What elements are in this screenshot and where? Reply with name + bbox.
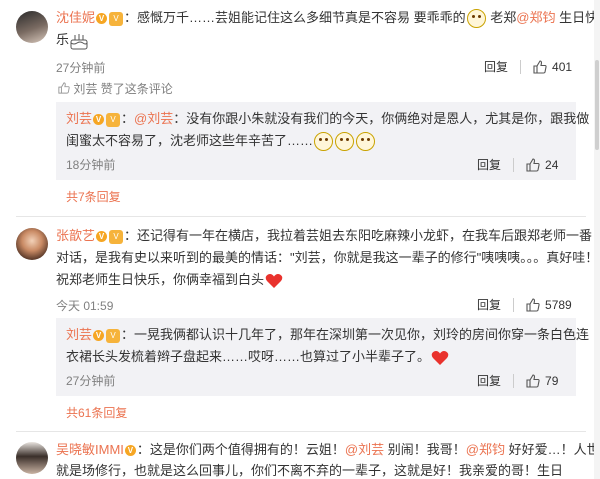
comment-actions: 回复 401 (484, 58, 572, 75)
like-button[interactable]: 24 (526, 158, 558, 172)
divider (520, 59, 522, 74)
more-replies-link[interactable]: 共7条回复 (66, 188, 121, 205)
divider (513, 297, 515, 312)
comment-text-line: 就是场修行，也就是这么回事儿，你们不离不弃的一辈子，这就是好！我亲爱的哥！生日 (56, 463, 564, 478)
scrollbar-thumb[interactable] (595, 60, 599, 150)
vip-badge-icon: V (96, 231, 108, 243)
author-name[interactable]: 沈佳妮 (56, 10, 95, 25)
heart-emoji-icon (431, 350, 449, 365)
reply-text-line: 衣裙长头发梳着辫子盘起来……哎呀……也算过了小半辈子了。 (66, 347, 450, 367)
reply-button[interactable]: 回复 (477, 156, 501, 173)
reply-button[interactable]: 回复 (477, 296, 501, 313)
reply-time: 18分钟前 (66, 158, 116, 172)
level-badge-icon: V (106, 112, 121, 127)
author-name[interactable]: 刘芸 (66, 327, 92, 342)
author-name[interactable]: 刘芸 (66, 111, 92, 126)
author-name[interactable]: 张歆艺 (56, 228, 95, 243)
vip-badge-icon: V (124, 445, 136, 457)
liked-by-row: 刘芸 赞了这条评论 (58, 80, 173, 97)
reply-actions: 回复 24 (477, 156, 558, 173)
comment-actions: 回复 5789 (477, 296, 572, 313)
reply-actions: 回复 79 (477, 372, 558, 389)
thumb-up-icon (526, 157, 540, 172)
smile-emoji-icon (356, 132, 376, 152)
comment-time: 今天 01:59 (56, 299, 114, 313)
like-button[interactable]: 5789 (526, 298, 572, 312)
vip-badge-icon: V (93, 330, 105, 342)
like-button[interactable]: 401 (533, 60, 572, 74)
reply-text-line: 闺蜜太不容易了，沈老师这些年辛苦了…… (66, 131, 376, 152)
divider (16, 216, 586, 217)
thumb-up-icon (526, 297, 540, 312)
vip-badge-icon: V (93, 114, 105, 126)
like-button[interactable]: 79 (526, 374, 558, 388)
thumb-up-icon (526, 373, 540, 388)
comment-text-line: 祝郑老师生日快乐，你俩幸福到白头 (56, 270, 284, 290)
mention-link[interactable]: @郑钧 (516, 10, 555, 25)
avatar[interactable] (16, 11, 48, 43)
divider (513, 373, 515, 388)
thumb-up-icon (533, 59, 547, 74)
vip-badge-icon: V (96, 13, 108, 25)
comment-text-line: 乐 (56, 30, 89, 50)
cake-emoji-icon (70, 33, 88, 50)
heart-emoji-icon (265, 273, 283, 288)
mention-link[interactable]: @郑钧 (466, 442, 505, 457)
comment-text-line: 对话，是我有史以来听到的最美的情话："刘芸，你就是我这一辈子的修行"咦咦咦。。。… (56, 250, 599, 265)
reply-time: 27分钟前 (66, 374, 116, 388)
smile-emoji-icon (314, 132, 334, 152)
scrollbar[interactable] (594, 0, 600, 479)
comment-text-line: 吴晓敏IMMI V ：这是你们两个值得拥有的！云姐！@刘芸 别闹！我哥！@郑钧 好好… (56, 442, 600, 457)
thumb-up-icon (58, 82, 70, 94)
comment-time: 27分钟前 (56, 61, 106, 75)
reply-button[interactable]: 回复 (484, 58, 508, 75)
level-badge-icon: V (109, 229, 124, 244)
comment-text-line: 张歆艺 V V ：还记得有一年在横店，我拉着芸姐去东阳吃麻辣小龙虾，在我车后跟郑老师一… (56, 228, 593, 244)
smile-emoji-icon (466, 9, 486, 29)
divider (513, 157, 515, 172)
reply-button[interactable]: 回复 (477, 372, 501, 389)
mention-link[interactable]: @刘芸 (345, 442, 384, 457)
level-badge-icon: V (109, 11, 124, 26)
smile-emoji-icon (335, 132, 355, 152)
comment-text-line: 沈佳妮 V V ：感慨万千……芸姐能记住这么多细节真是不容易 要乖乖的 老郑@郑钧 生… (56, 8, 598, 29)
reply-text-line: 刘芸 V V ：@刘芸：没有你跟小朱就没有我们的今天，你俩绝对是恩人，尤其是你，跟我做 (66, 111, 590, 127)
mention-link[interactable]: @刘芸 (134, 111, 173, 126)
level-badge-icon: V (106, 328, 121, 343)
avatar[interactable] (16, 442, 48, 474)
reply-text-line: 刘芸 V V ：一晃我俩都认识十几年了，那年在深圳第一次见你，刘玲的房间你穿一条白色连 (66, 327, 590, 343)
avatar[interactable] (16, 228, 48, 260)
author-name[interactable]: 吴晓敏IMMI (56, 442, 124, 457)
divider (16, 431, 586, 432)
more-replies-link[interactable]: 共61条回复 (66, 404, 127, 421)
